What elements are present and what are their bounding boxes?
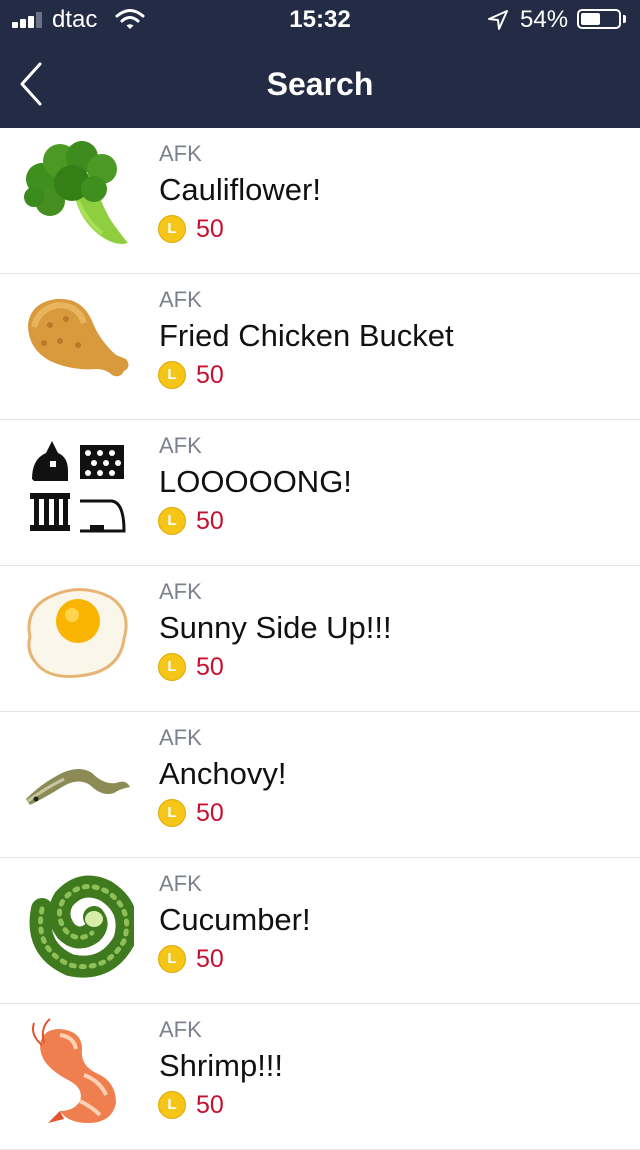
coin-icon: L — [158, 507, 186, 535]
navigation-bar: Search — [0, 40, 640, 128]
broccoli-thumbnail — [24, 141, 128, 244]
item-author: AFK — [159, 287, 202, 312]
battery-percent: 54% — [520, 6, 569, 33]
list-item[interactable]: AFK Fried Chicken Bucket L 50 — [0, 274, 640, 420]
item-name: Shrimp!!! — [159, 1048, 284, 1083]
list-item[interactable]: AFK Anchovy! L 50 — [0, 712, 640, 858]
item-author: AFK — [159, 1017, 202, 1042]
item-author: AFK — [159, 871, 202, 896]
anchovy-thumbnail — [26, 769, 130, 805]
item-name: Fried Chicken Bucket — [159, 318, 454, 353]
search-results-list: AFK Cauliflower! L 50 AFK Fried Chicken … — [0, 128, 640, 1150]
list-item[interactable]: AFK LOOOOONG! L 50 — [0, 420, 640, 566]
item-name: Sunny Side Up!!! — [159, 610, 392, 645]
item-name: Anchovy! — [159, 756, 287, 791]
coin-icon: L — [158, 799, 186, 827]
item-author: AFK — [159, 433, 202, 458]
fried-egg-thumbnail — [27, 588, 128, 678]
coin-icon: L — [158, 653, 186, 681]
list-item[interactable]: AFK Cauliflower! L 50 — [0, 128, 640, 274]
item-price: 50 — [196, 215, 224, 243]
shrimp-thumbnail — [32, 1018, 116, 1123]
cucumber-thumbnail — [29, 875, 134, 978]
pixel-icons-thumbnail — [30, 441, 126, 533]
item-price: 50 — [196, 799, 224, 827]
coin-icon: L — [158, 945, 186, 973]
location-arrow-icon — [488, 10, 508, 30]
item-price: 50 — [196, 507, 224, 535]
item-author: AFK — [159, 579, 202, 604]
list-item[interactable]: AFK Shrimp!!! L 50 — [0, 1004, 640, 1150]
coin-icon: L — [158, 1091, 186, 1119]
item-name: Cucumber! — [159, 902, 311, 937]
item-name: LOOOOONG! — [159, 464, 352, 499]
item-name: Cauliflower! — [159, 172, 321, 207]
coin-icon: L — [158, 361, 186, 389]
item-price: 50 — [196, 361, 224, 389]
item-price: 50 — [196, 945, 224, 973]
list-item[interactable]: AFK Sunny Side Up!!! L 50 — [0, 566, 640, 712]
list-item[interactable]: AFK Cucumber! L 50 — [0, 858, 640, 1004]
item-author: AFK — [159, 725, 202, 750]
battery-icon — [577, 9, 621, 29]
item-price: 50 — [196, 653, 224, 681]
page-title: Search — [266, 66, 374, 102]
fried-chicken-thumbnail — [28, 298, 129, 377]
item-author: AFK — [159, 141, 202, 166]
coin-icon: L — [158, 215, 186, 243]
item-price: 50 — [196, 1091, 224, 1119]
status-bar: dtac 15:32 54% — [0, 0, 640, 40]
